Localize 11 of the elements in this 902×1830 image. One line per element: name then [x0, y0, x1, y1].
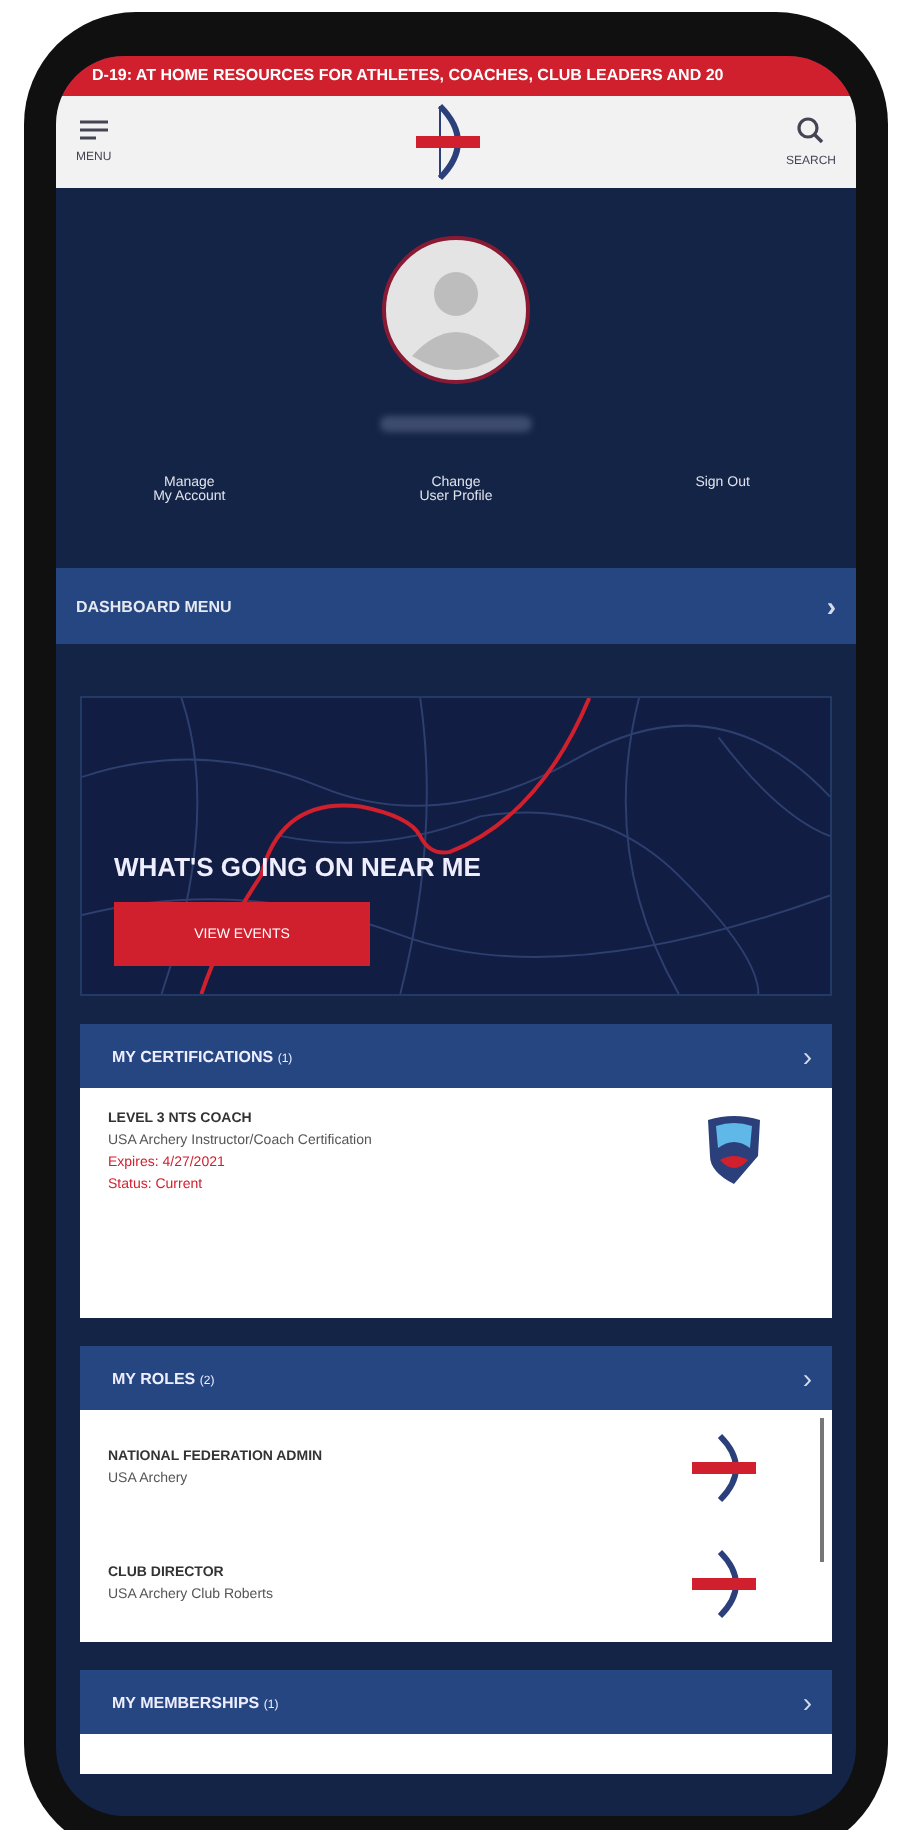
dashboard-menu-label: DASHBOARD MENU: [76, 597, 232, 615]
dashboard-menu-bar[interactable]: DASHBOARD MENU ›: [56, 568, 856, 644]
menu-icon: [79, 120, 108, 140]
scrollbar[interactable]: [820, 1418, 824, 1562]
chevron-icon: ›: [802, 1040, 812, 1072]
shield-badge-icon: [704, 1112, 764, 1184]
chevron-icon: ›: [802, 1362, 812, 1394]
chevron-icon: ›: [802, 1686, 812, 1718]
avatar-silhouette-icon: [382, 236, 530, 384]
chevron-icon: ›: [826, 590, 836, 622]
search-icon: [796, 116, 825, 144]
